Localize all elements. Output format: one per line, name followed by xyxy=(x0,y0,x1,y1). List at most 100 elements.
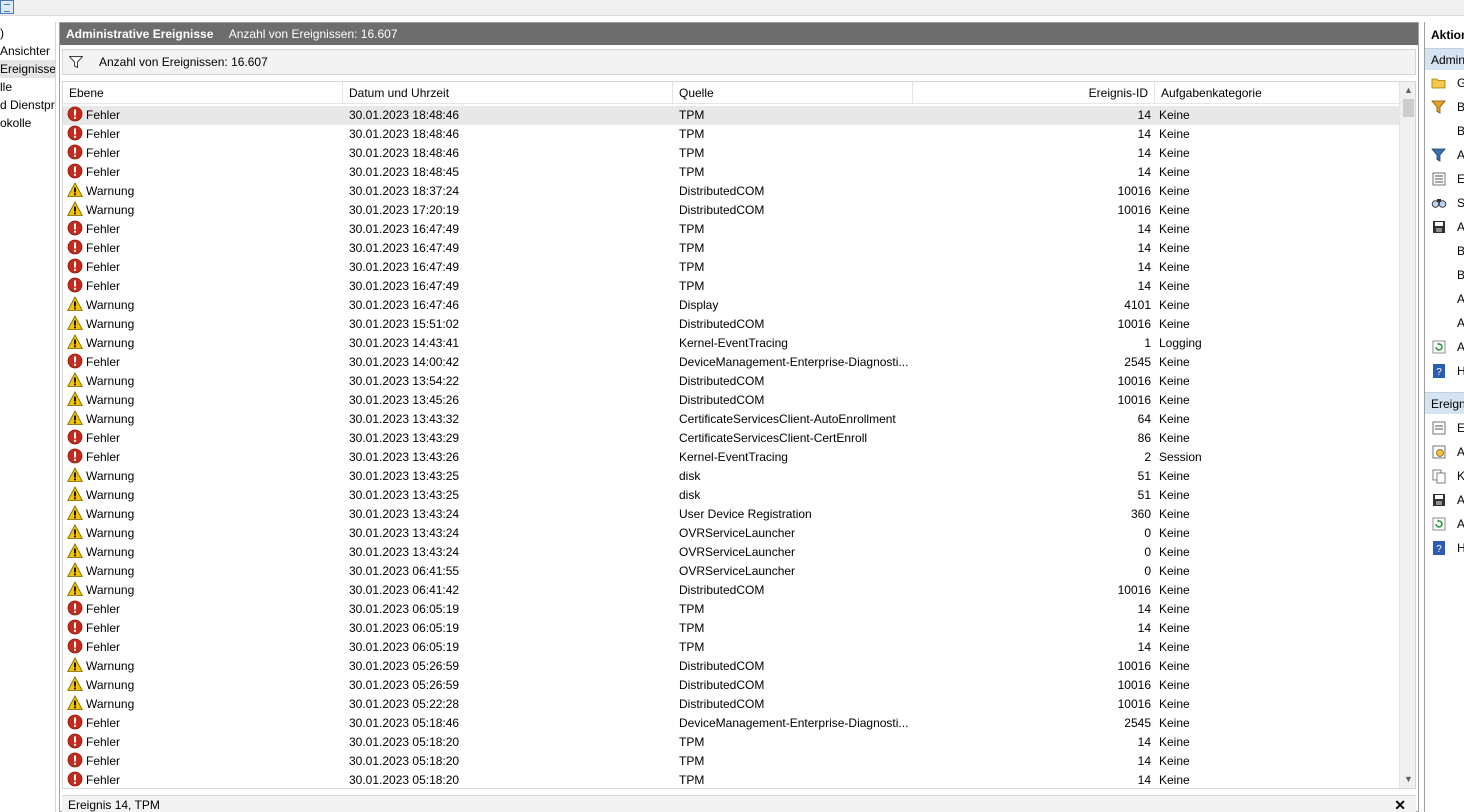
table-row[interactable]: Warnung 30.01.2023 13:43:32 CertificateSer… xyxy=(63,410,1399,429)
table-row[interactable]: Fehler 30.01.2023 14:00:42 DeviceManagemen… xyxy=(63,353,1399,372)
filter-edit-icon xyxy=(1431,100,1446,114)
cell-level: Fehler xyxy=(67,771,339,788)
table-row[interactable]: Fehler 30.01.2023 13:43:29 CertificateServ… xyxy=(63,429,1399,448)
table-row[interactable]: Warnung 30.01.2023 13:43:24 OVRServiceLaun… xyxy=(63,543,1399,562)
action-item[interactable]: A xyxy=(1425,311,1464,335)
action-item[interactable]: ?H xyxy=(1425,359,1464,383)
action-item[interactable]: G xyxy=(1425,71,1464,95)
tree-item[interactable]: Ereignisse xyxy=(0,60,55,78)
column-header-event-id[interactable]: Ereignis-ID xyxy=(913,82,1155,104)
action-item[interactable]: B xyxy=(1425,263,1464,287)
column-header-date[interactable]: Datum und Uhrzeit xyxy=(343,82,673,104)
tree-item[interactable]: ) xyxy=(0,24,55,42)
action-item[interactable]: Er xyxy=(1425,416,1464,440)
table-row[interactable]: Fehler 30.01.2023 18:48:46 TPM 14 Keine xyxy=(63,125,1399,144)
action-item[interactable]: A xyxy=(1425,440,1464,464)
warning-icon xyxy=(67,296,83,311)
cell-level: Warnung xyxy=(67,524,339,543)
table-row[interactable]: Warnung 30.01.2023 13:43:24 OVRServiceLaun… xyxy=(63,524,1399,543)
table-row[interactable]: Fehler 30.01.2023 05:18:20 TPM 14 Keine xyxy=(63,733,1399,752)
action-item[interactable]: A xyxy=(1425,143,1464,167)
action-item[interactable]: ?H xyxy=(1425,536,1464,560)
table-row[interactable]: Fehler 30.01.2023 13:43:26 Kernel-EventTra… xyxy=(63,448,1399,467)
cell-level: Fehler xyxy=(67,752,339,771)
tree-item[interactable]: Ansichter xyxy=(0,42,55,60)
cell-task-category: Keine xyxy=(1159,640,1190,654)
table-row[interactable]: Fehler 30.01.2023 16:47:49 TPM 14 Keine xyxy=(63,258,1399,277)
cell-task-category: Keine xyxy=(1159,659,1190,673)
scroll-down-icon[interactable]: ▼ xyxy=(1400,771,1415,788)
action-item[interactable]: A xyxy=(1425,512,1464,536)
cell-task-category: Keine xyxy=(1159,697,1190,711)
table-row[interactable]: Warnung 30.01.2023 05:26:59 DistributedCOM… xyxy=(63,657,1399,676)
table-row[interactable]: Fehler 30.01.2023 18:48:46 TPM 14 Keine xyxy=(63,106,1399,125)
table-row[interactable]: Warnung 30.01.2023 16:47:46 Display 4101 Kei… xyxy=(63,296,1399,315)
cell-source: TPM xyxy=(679,754,705,768)
level-label: Warnung xyxy=(86,545,135,559)
warning-icon xyxy=(67,505,83,520)
table-row[interactable]: Warnung 30.01.2023 13:54:22 DistributedCOM… xyxy=(63,372,1399,391)
cell-date: 30.01.2023 16:47:46 xyxy=(349,298,460,312)
action-item-label: H xyxy=(1457,536,1464,560)
table-row[interactable]: Warnung 30.01.2023 06:41:42 DistributedCOM… xyxy=(63,581,1399,600)
table-row[interactable]: Warnung 30.01.2023 15:51:02 DistributedCOM… xyxy=(63,315,1399,334)
cell-task-category: Keine xyxy=(1159,545,1190,559)
table-row[interactable]: Fehler 30.01.2023 18:48:45 TPM 14 Keine xyxy=(63,163,1399,182)
table-row[interactable]: Warnung 30.01.2023 13:43:25 disk 51 Keine xyxy=(63,486,1399,505)
table-row[interactable]: Fehler 30.01.2023 16:47:49 TPM 14 Keine xyxy=(63,277,1399,296)
cell-task-category: Keine xyxy=(1159,412,1190,426)
console-tree-icon[interactable] xyxy=(0,0,14,14)
action-item[interactable]: B xyxy=(1425,239,1464,263)
event-detail-bar: Ereignis 14, TPM ✕ xyxy=(62,795,1416,812)
tree-item[interactable]: d Dienstpro xyxy=(0,96,55,114)
table-row[interactable]: Warnung 30.01.2023 05:22:28 DistributedCOM… xyxy=(63,695,1399,714)
table-row[interactable]: Fehler 30.01.2023 05:18:46 DeviceManagemen… xyxy=(63,714,1399,733)
vertical-scrollbar[interactable]: ▲ ▼ xyxy=(1399,82,1415,788)
action-item[interactable]: A xyxy=(1425,287,1464,311)
table-row[interactable]: Fehler 30.01.2023 06:05:19 TPM 14 Keine xyxy=(63,600,1399,619)
scroll-up-icon[interactable]: ▲ xyxy=(1400,82,1415,99)
column-header-level[interactable]: Ebene xyxy=(63,82,343,104)
cell-source: DistributedCOM xyxy=(679,393,765,407)
action-item[interactable]: B xyxy=(1425,95,1464,119)
cell-level: Warnung xyxy=(67,296,339,315)
table-row[interactable]: Warnung 30.01.2023 13:45:26 DistributedCOM… xyxy=(63,391,1399,410)
table-row[interactable]: Warnung 30.01.2023 13:43:25 disk 51 Keine xyxy=(63,467,1399,486)
table-row[interactable]: Warnung 30.01.2023 05:26:59 DistributedCOM… xyxy=(63,676,1399,695)
table-row[interactable]: Warnung 30.01.2023 13:43:24 User Device Re… xyxy=(63,505,1399,524)
action-item[interactable]: S xyxy=(1425,191,1464,215)
action-item[interactable]: B xyxy=(1425,119,1464,143)
tree-item[interactable]: okolle xyxy=(0,114,55,132)
table-row[interactable]: Warnung 30.01.2023 14:43:41 Kernel-EventTr… xyxy=(63,334,1399,353)
filter-icon xyxy=(69,56,83,68)
table-row[interactable]: Fehler 30.01.2023 05:18:20 TPM 14 Keine xyxy=(63,752,1399,771)
cell-source: DeviceManagement-Enterprise-Diagnosti... xyxy=(679,716,909,730)
action-item[interactable]: A xyxy=(1425,335,1464,359)
table-row[interactable]: Fehler 30.01.2023 16:47:49 TPM 14 Keine xyxy=(63,220,1399,239)
table-row[interactable]: Fehler 30.01.2023 06:05:19 TPM 14 Keine xyxy=(63,619,1399,638)
actions-section-header[interactable]: Ereign xyxy=(1425,392,1464,414)
error-icon xyxy=(67,163,83,179)
cell-date: 30.01.2023 05:22:28 xyxy=(349,697,460,711)
table-row[interactable]: Fehler 30.01.2023 05:18:20 TPM 14 Keine xyxy=(63,771,1399,788)
column-header-task-category[interactable]: Aufgabenkategorie xyxy=(1155,82,1399,104)
cell-event-id: 10016 xyxy=(1117,583,1151,597)
table-row[interactable]: Fehler 30.01.2023 16:47:49 TPM 14 Keine xyxy=(63,239,1399,258)
action-item[interactable]: A xyxy=(1425,488,1464,512)
table-row[interactable]: Warnung 30.01.2023 06:41:55 OVRServiceLaun… xyxy=(63,562,1399,581)
actions-section-header[interactable]: Admin xyxy=(1425,48,1464,70)
table-row[interactable]: Fehler 30.01.2023 18:48:46 TPM 14 Keine xyxy=(63,144,1399,163)
column-header-source[interactable]: Quelle xyxy=(673,82,913,104)
table-row[interactable]: Warnung 30.01.2023 17:20:19 DistributedCOM… xyxy=(63,201,1399,220)
table-row[interactable]: Fehler 30.01.2023 06:05:19 TPM 14 Keine xyxy=(63,638,1399,657)
cell-source: TPM xyxy=(679,108,705,122)
action-item[interactable]: Ei xyxy=(1425,167,1464,191)
actions-panel: Aktion AdminGBBAEiSABBAAA?HEreignErAKAA?… xyxy=(1424,22,1464,812)
scroll-thumb[interactable] xyxy=(1403,99,1414,117)
actions-header: Aktion xyxy=(1425,24,1464,46)
close-icon[interactable]: ✕ xyxy=(1394,796,1406,812)
action-item[interactable]: A xyxy=(1425,215,1464,239)
action-item[interactable]: K xyxy=(1425,464,1464,488)
tree-item[interactable]: lle xyxy=(0,78,55,96)
table-row[interactable]: Warnung 30.01.2023 18:37:24 DistributedCOM… xyxy=(63,182,1399,201)
